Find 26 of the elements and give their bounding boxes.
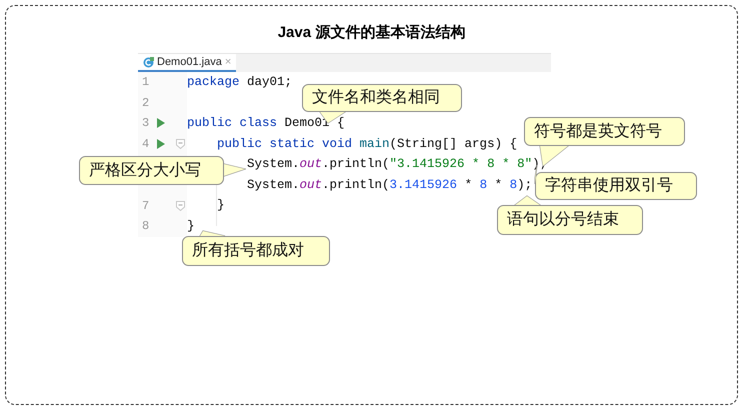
file-tab[interactable]: Demo01.java × [138, 54, 236, 72]
code-line: public static void main(String[] args) { [217, 136, 518, 153]
callout-text: 严格区分大小写 [89, 160, 201, 180]
callout-text: 语句以分号结束 [507, 210, 619, 230]
callout-text: 字符串使用双引号 [545, 176, 673, 196]
line-number: 8 [142, 218, 150, 236]
code-line: } [217, 197, 225, 214]
fold-icon[interactable] [176, 139, 185, 150]
run-icon[interactable] [157, 139, 165, 150]
callout-text: 文件名和类名相同 [312, 88, 440, 108]
callout-text: 符号都是英文符号 [534, 122, 662, 142]
code-line: } [187, 218, 195, 236]
line-number: 1 [142, 74, 150, 92]
line-number: 2 [142, 94, 150, 112]
code-line: System.out.println(3.1415926 * 8 * 8); [247, 176, 532, 194]
line-number: 3 [142, 115, 150, 132]
fold-icon[interactable] [176, 200, 185, 211]
code-line: public class Demo01 { [187, 115, 345, 132]
callout-text: 所有括号都成对 [192, 241, 304, 261]
line-number: 4 [142, 136, 150, 154]
diagram-title: Java 源文件的基本语法结构 [278, 23, 466, 43]
class-file-icon [143, 56, 154, 68]
tab-label: Demo01.java [157, 55, 222, 70]
line-number: 7 [142, 198, 150, 215]
code-line: package day01; [187, 74, 292, 91]
run-icon[interactable] [157, 118, 165, 128]
